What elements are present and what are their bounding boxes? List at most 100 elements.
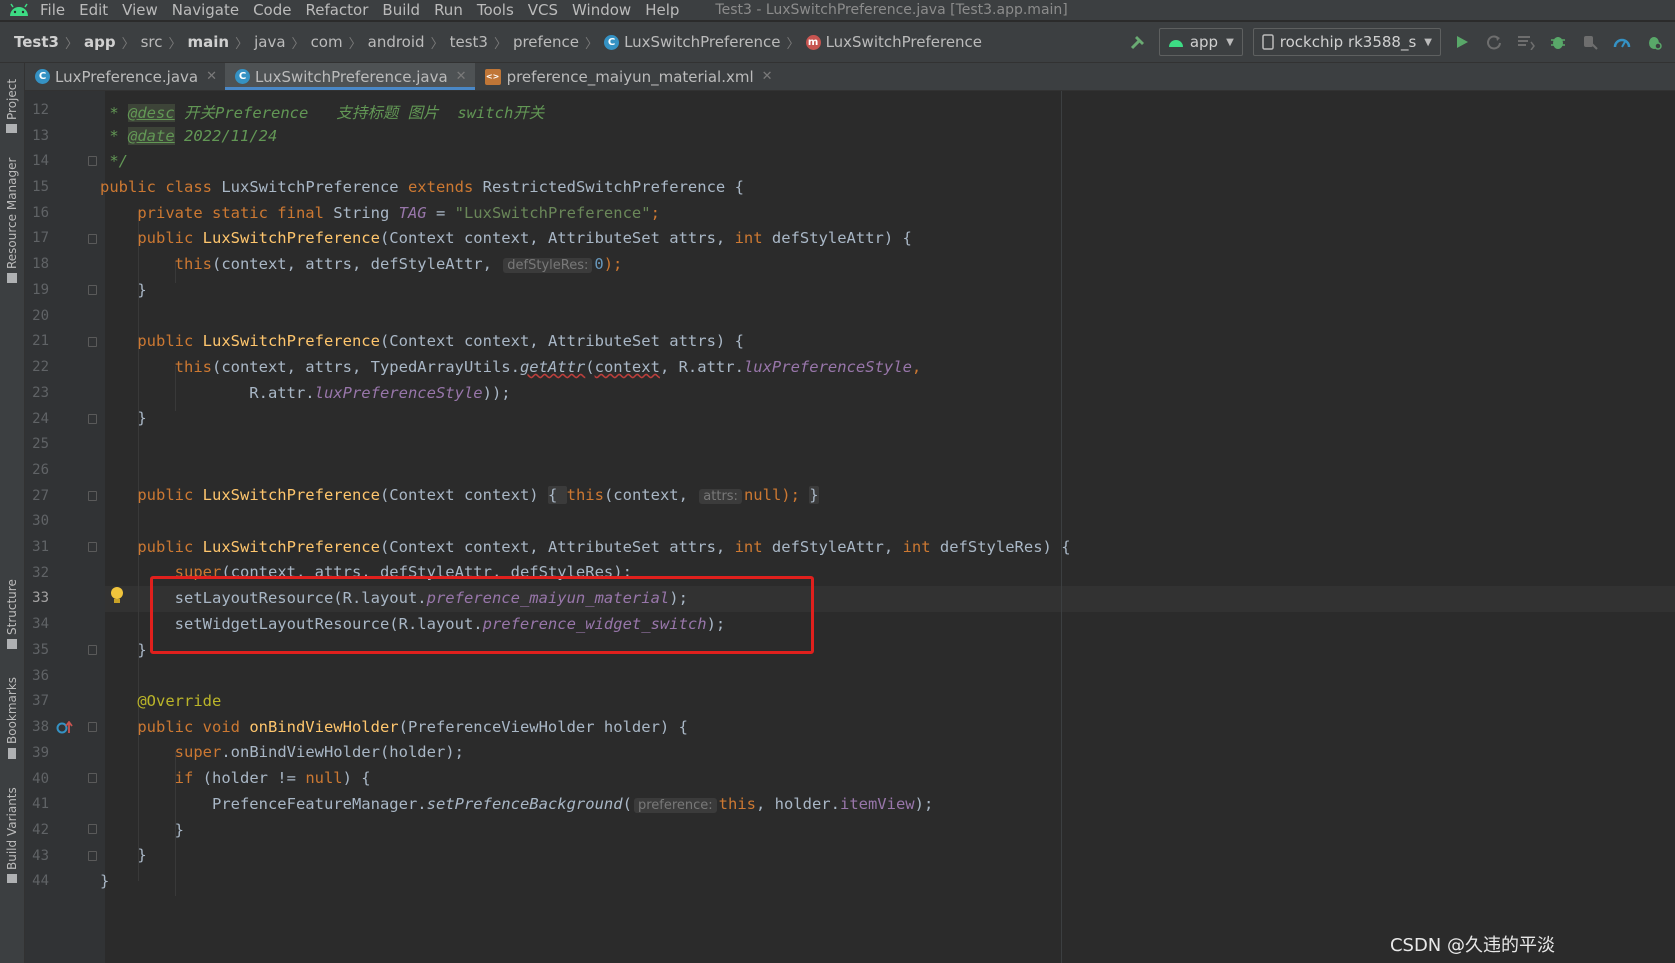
parameter-hint: attrs: bbox=[699, 489, 742, 504]
profiler-icon[interactable] bbox=[1611, 31, 1633, 53]
line-number: 39 bbox=[32, 745, 49, 761]
fold-marker-icon[interactable] bbox=[88, 824, 97, 834]
tab-luxswitchpreference[interactable]: C LuxSwitchPreference.java ✕ bbox=[225, 63, 475, 90]
code-text: } bbox=[100, 281, 147, 299]
attach-debugger-icon[interactable] bbox=[1579, 31, 1601, 53]
line-number: 36 bbox=[32, 668, 49, 684]
breadcrumb-module[interactable]: app bbox=[84, 33, 116, 51]
breadcrumb-test3[interactable]: test3 bbox=[450, 33, 488, 51]
menu-build[interactable]: Build bbox=[382, 1, 420, 19]
tool-structure[interactable]: Structure bbox=[0, 571, 24, 649]
rerun-icon[interactable] bbox=[1483, 31, 1505, 53]
build-hammer-icon[interactable] bbox=[1127, 31, 1149, 53]
code-editor[interactable]: 12 13 14 15 16 17 18 19 20 21 22 23 24 2… bbox=[25, 91, 1675, 963]
fold-marker-icon[interactable] bbox=[88, 722, 97, 732]
fold-marker-icon[interactable] bbox=[88, 285, 97, 295]
run-icon[interactable] bbox=[1451, 31, 1473, 53]
sync-gradle-icon[interactable] bbox=[1643, 31, 1665, 53]
code-text: defStyleAttr) { bbox=[771, 229, 912, 247]
code-text: (Context context, AttributeSet attrs, bbox=[379, 538, 735, 556]
fold-marker-icon[interactable] bbox=[88, 234, 97, 244]
method-name: onBindViewHolder bbox=[249, 718, 399, 736]
code-line-16: private static final String TAG = "LuxSw… bbox=[100, 204, 660, 222]
menu-tools[interactable]: Tools bbox=[477, 1, 514, 19]
keyword: int bbox=[902, 538, 940, 556]
code-text: (holder != bbox=[202, 769, 306, 787]
code-text: ( bbox=[622, 795, 632, 813]
static-field: luxPreferenceStyle bbox=[743, 358, 912, 376]
code-text: (context, attrs, TypedArrayUtils. bbox=[211, 358, 520, 376]
line-number: 27 bbox=[32, 488, 49, 504]
fold-marker-icon[interactable] bbox=[88, 337, 97, 347]
breadcrumb-android[interactable]: android bbox=[368, 33, 425, 51]
breadcrumb-project[interactable]: Test3 bbox=[14, 33, 59, 51]
static-field: luxPreferenceStyle bbox=[314, 384, 483, 402]
line-number: 31 bbox=[32, 539, 49, 555]
code-line-41: PrefenceFeatureManager.setPrefenceBackgr… bbox=[100, 795, 933, 813]
breadcrumb-prefence[interactable]: prefence bbox=[513, 33, 579, 51]
fold-marker-icon[interactable] bbox=[88, 414, 97, 424]
folded-brace[interactable]: { bbox=[547, 486, 567, 504]
breadcrumb-java[interactable]: java bbox=[254, 33, 285, 51]
code-text: , holder. bbox=[755, 795, 840, 813]
line-number: 21 bbox=[32, 333, 49, 349]
keyword: public bbox=[100, 538, 203, 556]
fold-marker-icon[interactable] bbox=[88, 491, 97, 501]
run-config-label: app bbox=[1189, 33, 1219, 51]
line-number: 40 bbox=[32, 771, 49, 787]
breadcrumb-class[interactable]: LuxSwitchPreference bbox=[624, 33, 780, 51]
tab-luxpreference[interactable]: C LuxPreference.java ✕ bbox=[25, 63, 225, 90]
close-icon[interactable]: ✕ bbox=[206, 69, 217, 84]
fold-marker-icon[interactable] bbox=[88, 851, 97, 861]
line-number: 19 bbox=[32, 282, 49, 298]
debug-icon[interactable] bbox=[1547, 31, 1569, 53]
menu-navigate[interactable]: Navigate bbox=[172, 1, 239, 19]
chevron-right-icon: 〉 bbox=[235, 36, 249, 52]
tool-build-variants[interactable]: Build Variants bbox=[0, 781, 24, 883]
keyword: int bbox=[734, 229, 772, 247]
fold-marker-icon[interactable] bbox=[88, 773, 97, 783]
tool-project[interactable]: Project bbox=[0, 69, 24, 133]
code-text: = bbox=[426, 204, 455, 222]
code-line-39: super.onBindViewHolder(holder); bbox=[100, 743, 464, 761]
chevron-right-icon: 〉 bbox=[786, 36, 800, 52]
android-studio-logo-icon bbox=[10, 3, 28, 16]
menu-view[interactable]: View bbox=[122, 1, 158, 19]
chevron-right-icon: 〉 bbox=[348, 36, 362, 52]
run-config-select[interactable]: app ▼ bbox=[1158, 28, 1243, 56]
menu-help[interactable]: Help bbox=[645, 1, 679, 19]
tool-bookmarks[interactable]: Bookmarks bbox=[0, 671, 24, 759]
tab-label: LuxPreference.java bbox=[55, 67, 199, 86]
code-text: ; bbox=[650, 204, 660, 222]
tab-preference-xml[interactable]: <> preference_maiyun_material.xml ✕ bbox=[475, 63, 781, 90]
menu-run[interactable]: Run bbox=[434, 1, 463, 19]
override-method-icon[interactable] bbox=[56, 721, 74, 735]
close-icon[interactable]: ✕ bbox=[456, 69, 467, 84]
breadcrumb-member[interactable]: LuxSwitchPreference bbox=[826, 33, 982, 51]
breadcrumb-main[interactable]: main bbox=[188, 33, 230, 51]
keyword: int bbox=[734, 538, 772, 556]
apply-changes-icon[interactable] bbox=[1515, 31, 1537, 53]
comment: * bbox=[100, 104, 128, 122]
parameter-hint: defStyleRes: bbox=[503, 258, 593, 273]
menu-edit[interactable]: Edit bbox=[79, 1, 108, 19]
menu-window[interactable]: Window bbox=[572, 1, 631, 19]
breadcrumb-src[interactable]: src bbox=[141, 33, 163, 51]
fold-marker-icon[interactable] bbox=[88, 645, 97, 655]
code-text: context bbox=[594, 358, 660, 376]
menu-code[interactable]: Code bbox=[253, 1, 291, 19]
chevron-down-icon: ▼ bbox=[1226, 36, 1234, 48]
line-number: 43 bbox=[32, 848, 49, 864]
fold-marker-icon[interactable] bbox=[88, 542, 97, 552]
fold-marker-icon[interactable] bbox=[88, 156, 97, 166]
close-icon[interactable]: ✕ bbox=[762, 69, 773, 84]
folded-brace[interactable]: } bbox=[809, 486, 819, 504]
code-text: , R.attr. bbox=[659, 358, 744, 376]
menu-file[interactable]: File bbox=[40, 1, 65, 19]
tool-resource-manager[interactable]: Resource Manager bbox=[0, 153, 24, 283]
breadcrumb-com[interactable]: com bbox=[311, 33, 343, 51]
device-select[interactable]: rockchip rk3588_s ▼ bbox=[1252, 28, 1441, 56]
tab-label: LuxSwitchPreference.java bbox=[255, 67, 448, 86]
menu-refactor[interactable]: Refactor bbox=[305, 1, 368, 19]
menu-vcs[interactable]: VCS bbox=[528, 1, 558, 19]
